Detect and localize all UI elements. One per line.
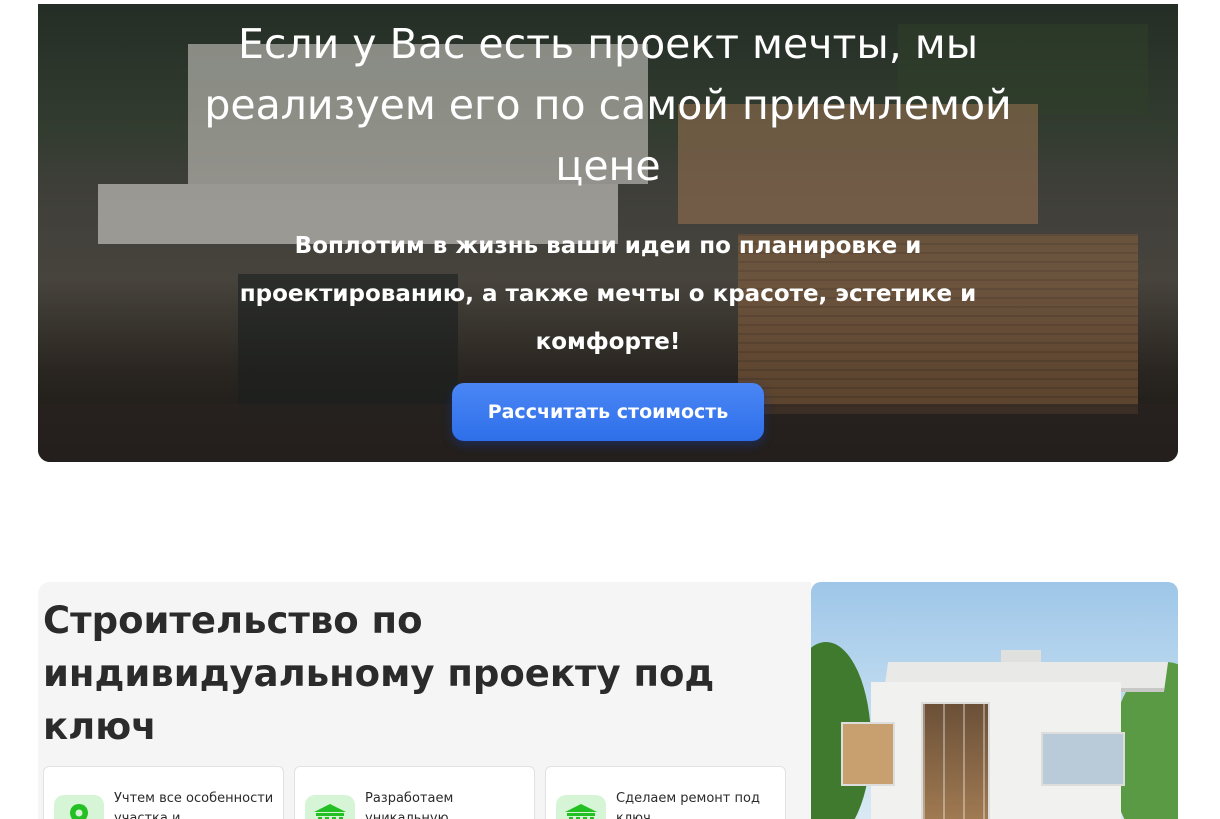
location-pin-icon: [54, 795, 104, 819]
hero-title: Если у Вас есть проект мечты, мы реализу…: [204, 20, 1012, 190]
individual-project-section: Строительство по индивидуальному проекту…: [38, 582, 1178, 819]
feature-card: Сделаем ремонт под ключ: [545, 766, 786, 819]
building-icon: [556, 795, 606, 819]
building-icon: [305, 795, 355, 819]
hero-subtitle: Воплотим в жизнь ваши идеи по планировке…: [239, 233, 977, 355]
house-photo: [811, 582, 1178, 819]
feature-card: Разработаем уникальную: [294, 766, 535, 819]
feature-card-text: Сделаем ремонт под ключ: [616, 791, 760, 819]
section-title: Строительство по индивидуальному проекту…: [43, 599, 715, 748]
feature-card-text: Разработаем уникальную: [365, 791, 454, 819]
feature-card: Учтем все особенности участка и: [43, 766, 284, 819]
calculate-cost-button[interactable]: Рассчитать стоимость: [452, 383, 764, 441]
section-text-panel: Строительство по индивидуальному проекту…: [38, 582, 811, 819]
hero-banner: Если у Вас есть проект мечты, мы реализу…: [38, 4, 1178, 462]
feature-card-text: Учтем все особенности участка и: [114, 791, 274, 819]
